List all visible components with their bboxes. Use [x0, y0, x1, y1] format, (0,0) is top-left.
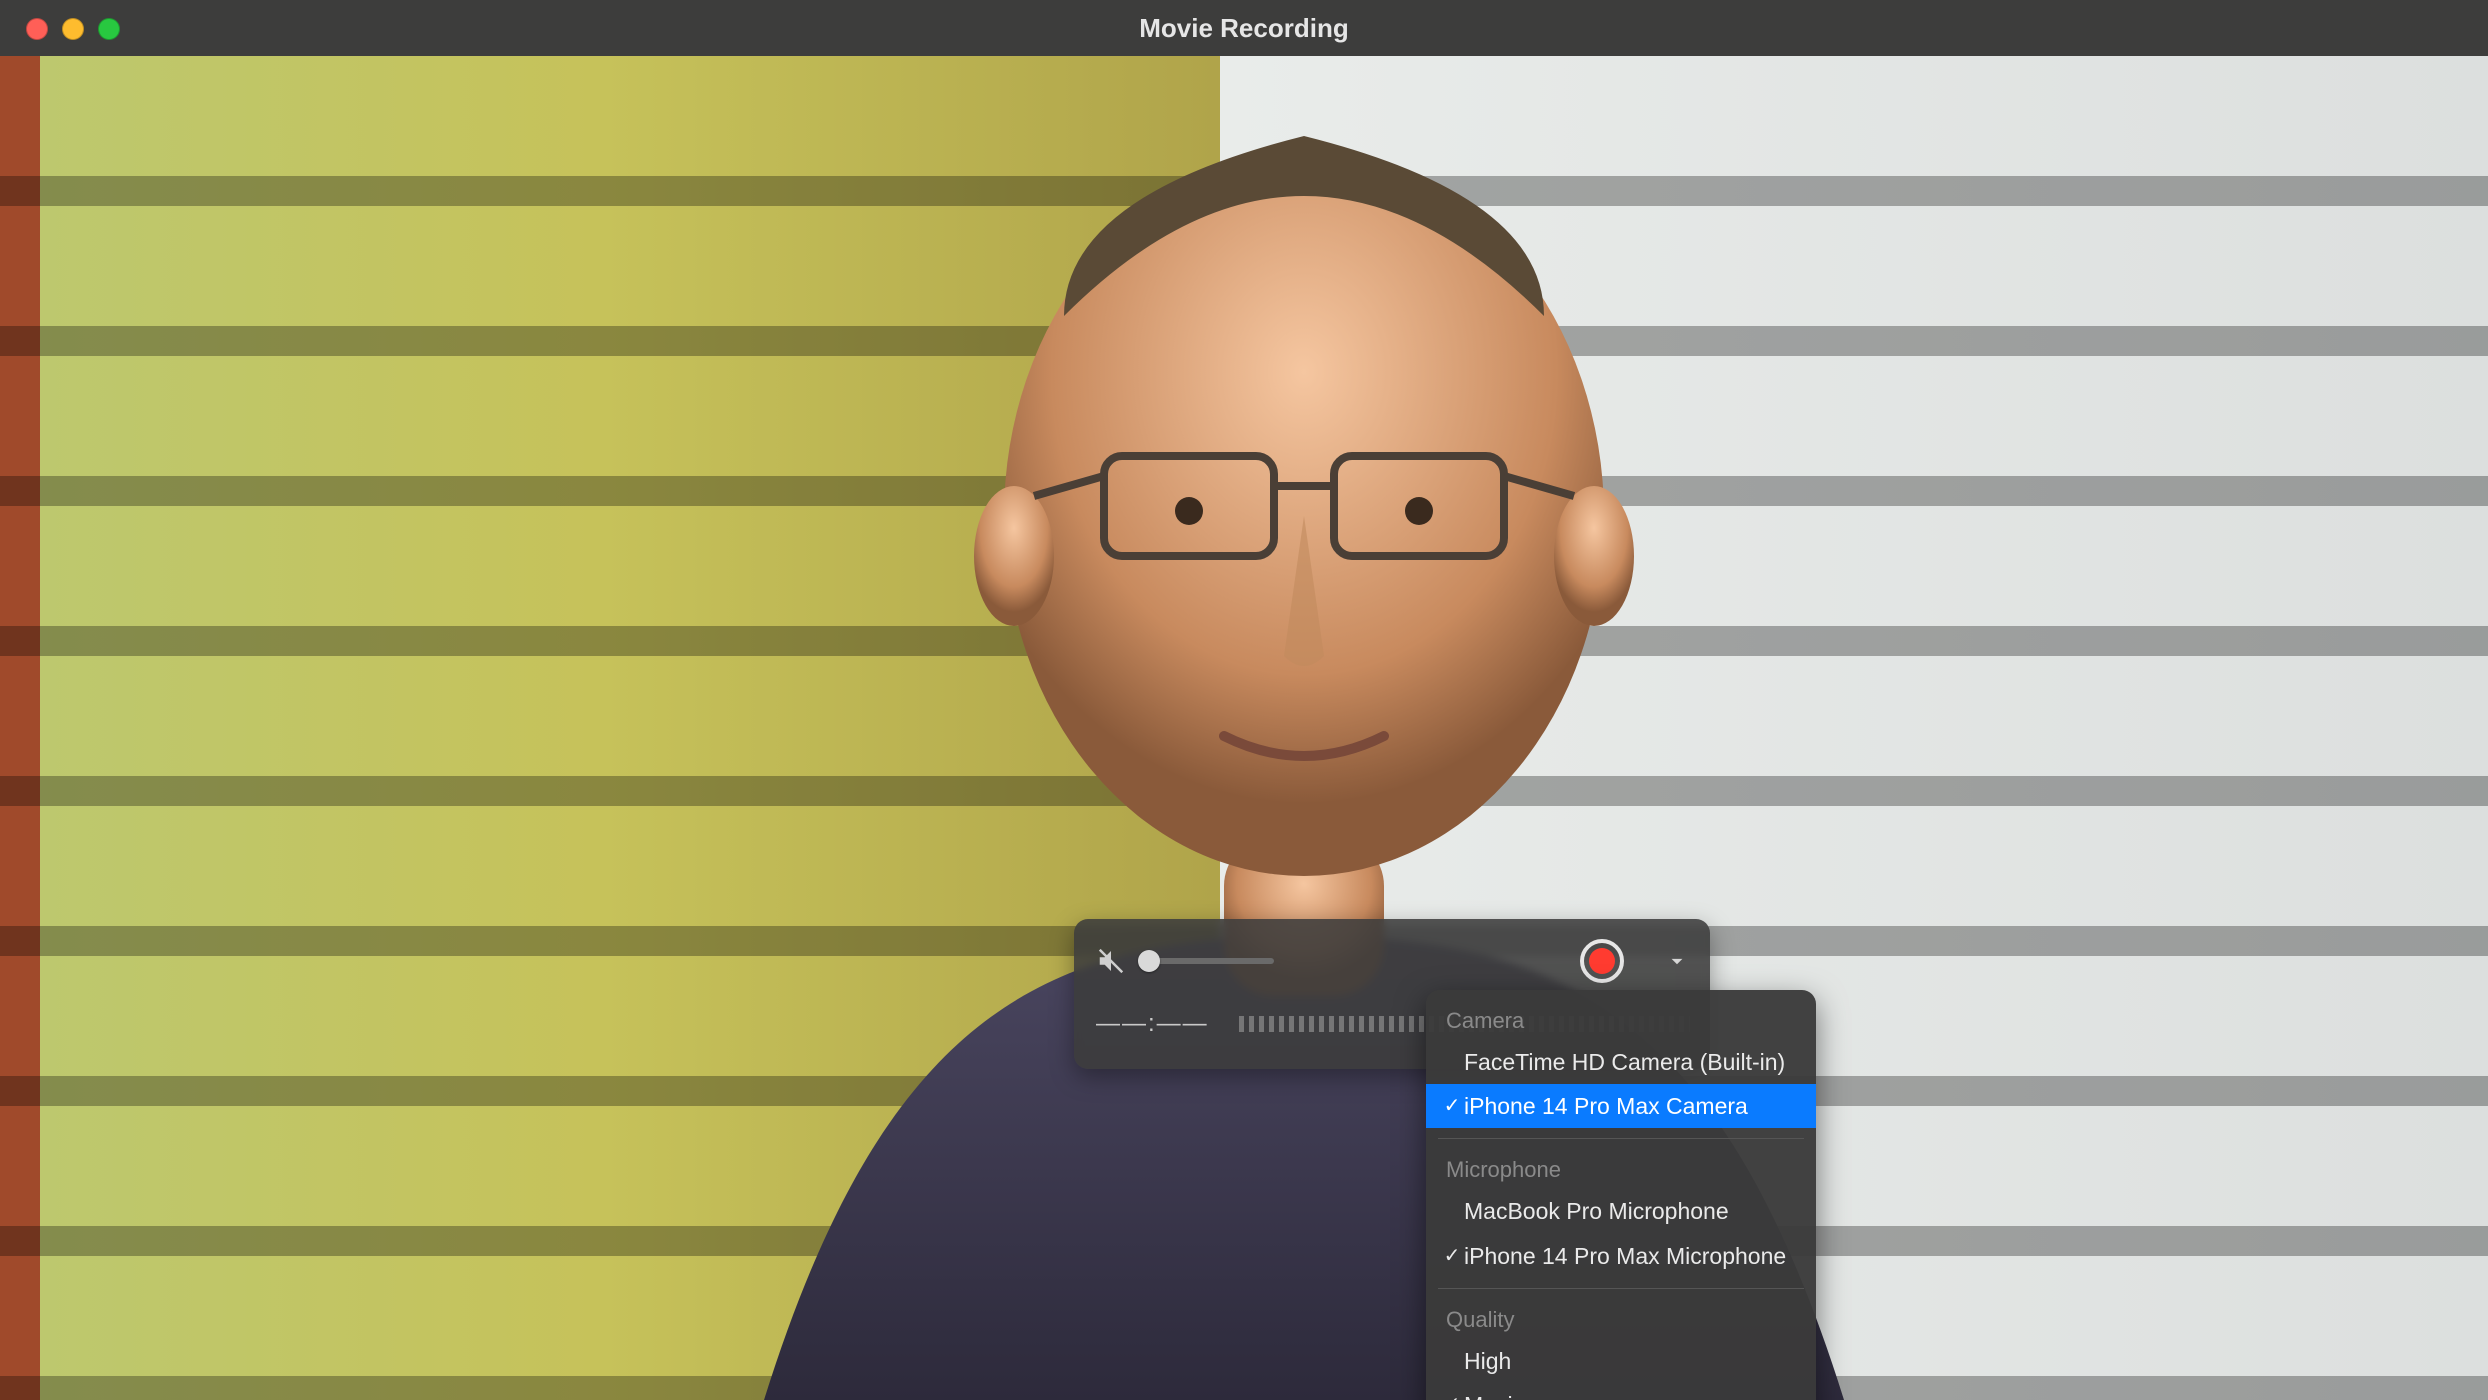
close-window-button[interactable]	[26, 18, 48, 40]
options-menu: Camera ✓FaceTime HD Camera (Built-in)✓iP…	[1426, 990, 1816, 1400]
camera-preview: ――:―― Camera ✓FaceTime HD Camera (Built-…	[0, 56, 2488, 1400]
timecode-display: ――:――	[1096, 1010, 1209, 1038]
menu-separator	[1438, 1138, 1804, 1139]
record-button[interactable]	[1580, 939, 1624, 983]
minimize-window-button[interactable]	[62, 18, 84, 40]
menu-item-label: High	[1464, 1345, 1511, 1377]
zoom-window-button[interactable]	[98, 18, 120, 40]
checkmark-icon: ✓	[1440, 1092, 1464, 1120]
camera-option[interactable]: ✓iPhone 14 Pro Max Camera	[1426, 1084, 1816, 1128]
mute-icon[interactable]	[1096, 946, 1126, 976]
checkmark-icon: ✓	[1440, 1391, 1464, 1400]
window-titlebar: Movie Recording	[0, 0, 2488, 56]
menu-separator	[1438, 1288, 1804, 1289]
preview-volume-slider[interactable]	[1142, 958, 1274, 964]
menu-header-quality: Quality	[1426, 1299, 1816, 1339]
microphone-option[interactable]: ✓iPhone 14 Pro Max Microphone	[1426, 1234, 1816, 1278]
record-dot-icon	[1589, 948, 1615, 974]
checkmark-icon: ✓	[1440, 1242, 1464, 1270]
menu-item-label: FaceTime HD Camera (Built-in)	[1464, 1046, 1785, 1078]
menu-header-camera: Camera	[1426, 1000, 1816, 1040]
menu-item-label: iPhone 14 Pro Max Camera	[1464, 1090, 1748, 1122]
traffic-lights	[26, 18, 120, 40]
window-title: Movie Recording	[1139, 13, 1348, 44]
quality-option[interactable]: ✓Maximum	[1426, 1383, 1816, 1400]
menu-item-label: iPhone 14 Pro Max Microphone	[1464, 1240, 1786, 1272]
menu-header-microphone: Microphone	[1426, 1149, 1816, 1189]
microphone-option[interactable]: ✓MacBook Pro Microphone	[1426, 1189, 1816, 1233]
options-menu-button[interactable]	[1664, 948, 1690, 974]
volume-thumb[interactable]	[1138, 950, 1160, 972]
menu-item-label: Maximum	[1464, 1389, 1564, 1400]
menu-item-label: MacBook Pro Microphone	[1464, 1195, 1729, 1227]
quality-option[interactable]: ✓High	[1426, 1339, 1816, 1383]
camera-option[interactable]: ✓FaceTime HD Camera (Built-in)	[1426, 1040, 1816, 1084]
